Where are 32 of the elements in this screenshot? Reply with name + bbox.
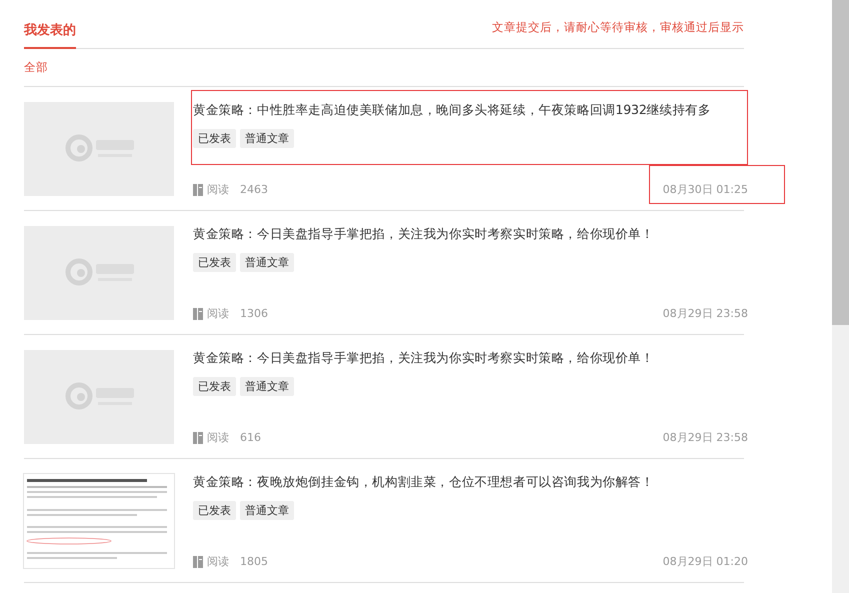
status-tag: 已发表 xyxy=(193,377,236,396)
read-count: 1306 xyxy=(240,307,268,320)
book-icon xyxy=(193,308,203,320)
read-label: 阅读 xyxy=(207,554,229,569)
filter-tab[interactable]: 全部 xyxy=(24,60,48,75)
read-label: 阅读 xyxy=(207,182,229,197)
article-title[interactable]: 黄金策略：夜晚放炮倒挂金钩，机构割韭菜，仓位不理想者可以咨询我为你解答！ xyxy=(193,474,654,489)
review-notice: 文章提交后，请耐心等待审核，审核通过后显示 xyxy=(492,20,744,36)
read-count: 2463 xyxy=(240,183,268,196)
publish-date: 08月29日 23:58 xyxy=(662,430,748,445)
article-title[interactable]: 黄金策略：今日美盘指导手掌把掐，关注我为你实时考察实时策略，给你现价单！ xyxy=(193,350,654,365)
publish-date: 08月30日 01:25 xyxy=(662,182,748,197)
status-tag: 普通文章 xyxy=(240,501,294,520)
status-tag: 已发表 xyxy=(193,501,236,520)
book-icon xyxy=(193,184,203,196)
article-title[interactable]: 黄金策略：今日美盘指导手掌把掐，关注我为你实时考察实时策略，给你现价单！ xyxy=(193,226,654,241)
book-icon xyxy=(193,432,203,444)
book-icon xyxy=(193,556,203,568)
status-tag: 普通文章 xyxy=(240,253,294,272)
publish-date: 08月29日 23:58 xyxy=(662,306,748,321)
read-count: 616 xyxy=(240,431,261,444)
status-tag: 普通文章 xyxy=(240,377,294,396)
publish-date: 08月29日 01:20 xyxy=(662,554,748,569)
article-title[interactable]: 黄金策略：中性胜率走高迫使美联储加息，晚间多头将延续，午夜策略回调1932继续持有多 xyxy=(193,102,711,117)
read-label: 阅读 xyxy=(207,306,229,321)
read-count: 1805 xyxy=(240,555,268,568)
status-tag: 已发表 xyxy=(193,129,236,148)
read-label: 阅读 xyxy=(207,430,229,445)
tab[interactable]: 我发表的 xyxy=(24,21,76,49)
status-tag: 普通文章 xyxy=(240,129,294,148)
scrollbar[interactable] xyxy=(832,0,849,593)
status-tag: 已发表 xyxy=(193,253,236,272)
